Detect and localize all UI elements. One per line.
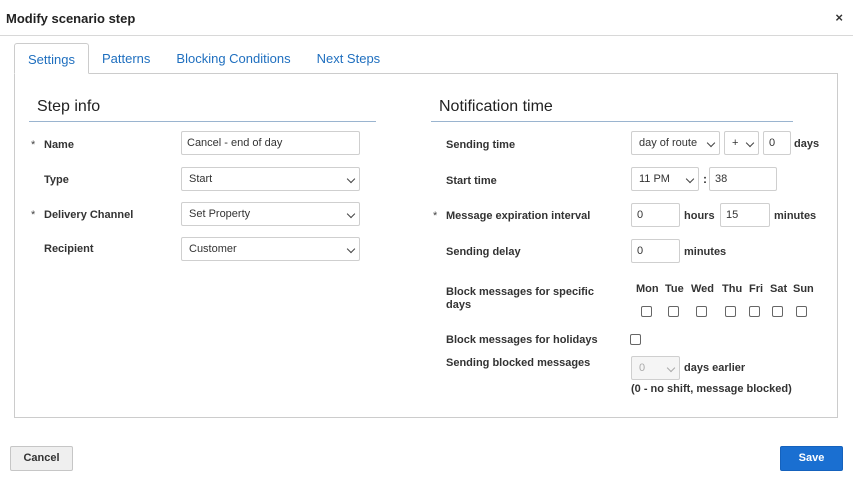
- expiration-minutes-unit: minutes: [774, 210, 817, 222]
- expiration-hours-unit: hours: [684, 210, 715, 222]
- step-info-divider: [29, 121, 376, 122]
- chevron-down-icon: [666, 363, 676, 373]
- tab-blocking-conditions[interactable]: Blocking Conditions: [163, 43, 303, 74]
- day-checkbox-wed[interactable]: [696, 306, 707, 317]
- day-label-sun: Sun: [793, 283, 814, 295]
- type-select[interactable]: Start: [181, 167, 360, 191]
- delivery-channel-label: Delivery Channel: [44, 209, 134, 221]
- dialog-header: Modify scenario step ×: [0, 0, 853, 36]
- block-holidays-checkbox[interactable]: [630, 334, 641, 345]
- notification-time-divider: [431, 121, 793, 122]
- sending-time-days-input[interactable]: 0: [763, 131, 791, 155]
- settings-panel: Step info * Name Cancel - end of day Typ…: [14, 73, 838, 418]
- sending-time-sign-select[interactable]: +: [724, 131, 759, 155]
- type-label: Type: [44, 174, 69, 186]
- block-holidays-label: Block messages for holidays: [446, 334, 598, 346]
- chevron-down-icon: [346, 174, 356, 184]
- type-select-value: Start: [189, 173, 213, 185]
- day-checkbox-fri[interactable]: [749, 306, 760, 317]
- notification-time-title: Notification time: [439, 98, 553, 115]
- tab-patterns[interactable]: Patterns: [89, 43, 163, 74]
- channel-required-marker: *: [31, 209, 36, 221]
- time-separator: :: [703, 172, 707, 186]
- day-label-mon: Mon: [636, 283, 659, 295]
- start-time-label: Start time: [446, 175, 497, 187]
- sending-time-sign-value: +: [732, 137, 739, 149]
- recipient-label: Recipient: [44, 243, 94, 255]
- day-label-thu: Thu: [722, 283, 743, 295]
- name-label: Name: [44, 139, 74, 151]
- sending-time-label: Sending time: [446, 139, 516, 151]
- start-hour-select[interactable]: 11 PM: [631, 167, 699, 191]
- day-checkbox-sun[interactable]: [796, 306, 807, 317]
- day-label-fri: Fri: [749, 283, 764, 295]
- day-checkbox-thu[interactable]: [725, 306, 736, 317]
- expiration-hours-input[interactable]: 0: [631, 203, 680, 227]
- chevron-down-icon: [346, 209, 356, 219]
- save-button[interactable]: Save: [780, 446, 843, 471]
- day-label-wed: Wed: [691, 283, 715, 295]
- start-hour-value: 11 PM: [639, 173, 670, 185]
- sending-time-base-select[interactable]: day of route: [631, 131, 720, 155]
- name-required-marker: *: [31, 139, 36, 151]
- cancel-button[interactable]: Cancel: [10, 446, 73, 471]
- tab-next-steps[interactable]: Next Steps: [304, 43, 394, 74]
- tab-settings[interactable]: Settings: [14, 43, 89, 74]
- sending-delay-input[interactable]: 0: [631, 239, 680, 263]
- day-label-sat: Sat: [770, 283, 788, 295]
- day-checkbox-mon[interactable]: [641, 306, 652, 317]
- sending-delay-label: Sending delay: [446, 246, 521, 258]
- blocked-days-value: 0: [639, 362, 646, 374]
- block-days-label: Block messages for specific days: [446, 286, 594, 311]
- name-input[interactable]: Cancel - end of day: [181, 131, 360, 155]
- day-checkbox-sat[interactable]: [772, 306, 783, 317]
- blocked-note: (0 - no shift, message blocked): [631, 383, 792, 395]
- day-label-tue: Tue: [665, 283, 684, 295]
- delivery-channel-select[interactable]: Set Property: [181, 202, 360, 226]
- days-earlier-unit: days earlier: [684, 362, 746, 374]
- expiration-minutes-input[interactable]: 15: [720, 203, 770, 227]
- step-info-title: Step info: [37, 98, 101, 115]
- blocked-days-select[interactable]: 0: [631, 356, 680, 380]
- expiration-required-marker: *: [433, 210, 438, 222]
- tab-bar: Settings Patterns Blocking Conditions Ne…: [14, 43, 394, 74]
- expiration-label: Message expiration interval: [446, 210, 591, 222]
- sending-blocked-label: Sending blocked messages: [446, 357, 591, 369]
- sending-time-base-value: day of route: [639, 137, 698, 149]
- chevron-down-icon: [346, 244, 356, 254]
- delivery-channel-value: Set Property: [189, 208, 251, 220]
- dialog-title: Modify scenario step: [6, 11, 136, 26]
- close-icon[interactable]: ×: [835, 10, 843, 25]
- sending-delay-unit: minutes: [684, 246, 727, 258]
- recipient-select[interactable]: Customer: [181, 237, 360, 261]
- chevron-down-icon: [706, 138, 716, 148]
- chevron-down-icon: [745, 138, 755, 148]
- chevron-down-icon: [685, 174, 695, 184]
- day-checkbox-tue[interactable]: [668, 306, 679, 317]
- recipient-select-value: Customer: [189, 243, 237, 255]
- sending-time-days-unit: days: [794, 138, 820, 150]
- start-minute-input[interactable]: 38: [709, 167, 777, 191]
